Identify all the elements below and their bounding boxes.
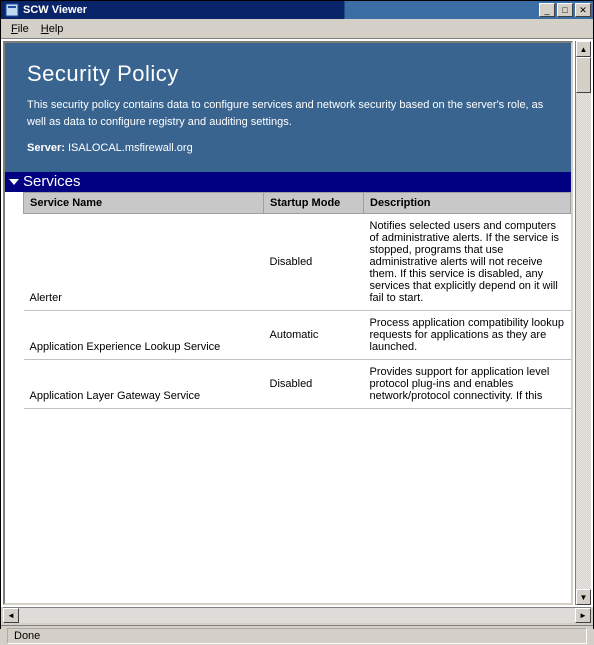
minimize-icon: _ <box>544 5 549 15</box>
maximize-icon: □ <box>562 5 567 15</box>
cell-startup-mode: Disabled <box>264 214 364 311</box>
collapse-icon <box>9 179 19 185</box>
close-button[interactable]: ✕ <box>575 3 591 17</box>
app-icon <box>4 2 20 18</box>
status-text: Done <box>7 628 587 644</box>
scroll-thumb[interactable] <box>576 57 591 93</box>
menubar: File Help <box>1 19 593 39</box>
cell-service-name: Alerter <box>24 214 264 311</box>
server-label: Server: <box>27 142 65 154</box>
cell-description: Notifies selected users and computers of… <box>364 214 571 311</box>
statusbar: Done <box>1 625 593 645</box>
scroll-track[interactable] <box>576 57 591 589</box>
content-area: Security Policy This security policy con… <box>3 41 573 605</box>
services-label: Services <box>23 173 81 190</box>
scroll-left-button[interactable]: ◄ <box>3 608 19 623</box>
col-description[interactable]: Description <box>364 193 571 214</box>
window-titlebar: SCW Viewer _ □ ✕ <box>1 1 593 19</box>
scroll-down-button[interactable]: ▼ <box>576 589 591 605</box>
cell-description: Provides support for application level p… <box>364 360 571 409</box>
policy-header: Security Policy This security policy con… <box>5 43 571 172</box>
scroll-track-h[interactable] <box>19 608 575 623</box>
cell-startup-mode: Disabled <box>264 360 364 409</box>
page-title: Security Policy <box>27 61 549 87</box>
window-title: SCW Viewer <box>23 1 537 19</box>
scroll-right-button[interactable]: ► <box>575 608 591 623</box>
close-icon: ✕ <box>579 5 587 16</box>
menu-file[interactable]: File <box>5 21 35 37</box>
vertical-scrollbar[interactable]: ▲ ▼ <box>575 41 591 605</box>
menu-help[interactable]: Help <box>35 21 70 37</box>
col-startup-mode[interactable]: Startup Mode <box>264 193 364 214</box>
table-row[interactable]: Alerter Disabled Notifies selected users… <box>24 214 571 311</box>
maximize-button[interactable]: □ <box>557 3 573 17</box>
table-row[interactable]: Application Layer Gateway Service Disabl… <box>24 360 571 409</box>
services-section-header[interactable]: Services <box>5 172 571 192</box>
table-row[interactable]: Application Experience Lookup Service Au… <box>24 311 571 360</box>
window-controls: _ □ ✕ <box>537 1 593 19</box>
col-service-name[interactable]: Service Name <box>24 193 264 214</box>
cell-startup-mode: Automatic <box>264 311 364 360</box>
minimize-button[interactable]: _ <box>539 3 555 17</box>
page-description: This security policy contains data to co… <box>27 97 549 130</box>
cell-description: Process application compatibility lookup… <box>364 311 571 360</box>
scroll-up-button[interactable]: ▲ <box>576 41 591 57</box>
cell-service-name: Application Experience Lookup Service <box>24 311 264 360</box>
horizontal-scrollbar[interactable]: ◄ ► <box>3 607 591 623</box>
server-value: ISALOCAL.msfirewall.org <box>68 142 193 154</box>
cell-service-name: Application Layer Gateway Service <box>24 360 264 409</box>
services-table: Service Name Startup Mode Description Al… <box>23 192 571 409</box>
server-line: Server: ISALOCAL.msfirewall.org <box>27 142 549 154</box>
